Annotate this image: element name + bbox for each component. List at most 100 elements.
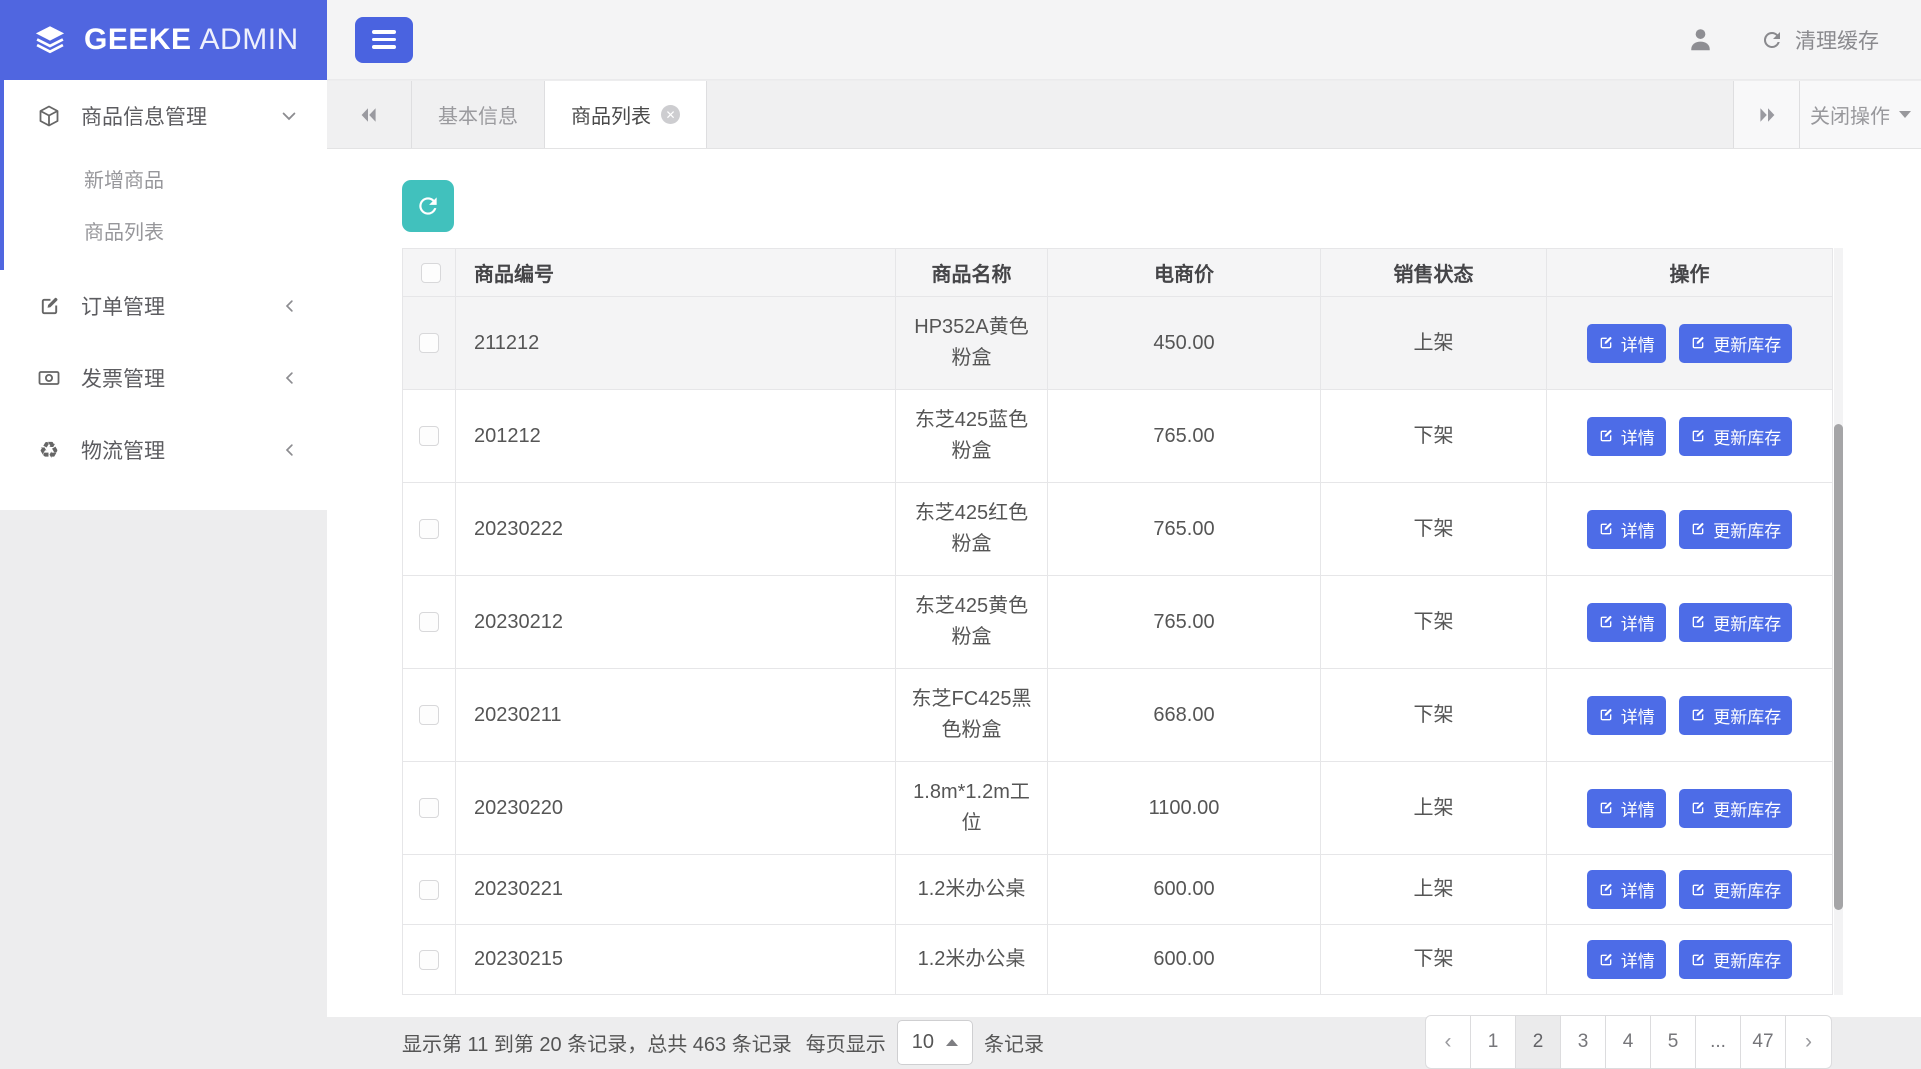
tab-basic-info[interactable]: 基本信息 xyxy=(412,81,545,148)
cube-icon xyxy=(36,104,62,128)
row-checkbox[interactable] xyxy=(419,426,439,446)
per-page-label: 每页显示 xyxy=(806,1028,886,1057)
page-button[interactable]: 3 xyxy=(1561,1016,1606,1068)
detail-button[interactable]: 详情 xyxy=(1587,940,1666,979)
edit-icon xyxy=(1690,335,1706,351)
edit-icon xyxy=(1598,428,1614,444)
price-cell: 668.00 xyxy=(1048,669,1321,762)
product-id-cell: 20230221 xyxy=(456,855,896,925)
edit-icon xyxy=(1598,882,1614,898)
chevron-left-icon xyxy=(281,297,299,315)
sidebar-group-logistics: ♻ 物流管理 xyxy=(0,414,327,486)
update-stock-button[interactable]: 更新库存 xyxy=(1679,940,1792,979)
chevron-left-icon xyxy=(281,369,299,387)
money-icon xyxy=(36,366,62,390)
row-checkbox[interactable] xyxy=(419,519,439,539)
caret-down-icon xyxy=(1899,111,1911,118)
product-id-cell: 20230215 xyxy=(456,925,896,995)
brand-header: GEEKEADMIN xyxy=(0,0,327,80)
caret-up-icon xyxy=(946,1039,958,1046)
edit-icon xyxy=(1598,521,1614,537)
column-header-product-id: 商品编号 xyxy=(456,249,896,297)
double-right-arrow-icon xyxy=(1755,103,1779,127)
refresh-icon xyxy=(415,193,441,219)
table-refresh-button[interactable] xyxy=(402,180,454,232)
edit-icon xyxy=(1690,521,1706,537)
tabs-scroll-left-button[interactable] xyxy=(327,81,412,148)
page-size-select[interactable]: 10 xyxy=(897,1020,973,1065)
status-cell: 下架 xyxy=(1321,576,1547,669)
price-cell: 765.00 xyxy=(1048,390,1321,483)
product-name-cell: 东芝425红色粉盒 xyxy=(896,483,1048,576)
page-button[interactable]: 2 xyxy=(1516,1016,1561,1068)
row-checkbox[interactable] xyxy=(419,880,439,900)
row-checkbox[interactable] xyxy=(419,705,439,725)
edit-icon xyxy=(1690,952,1706,968)
column-header-price: 电商价 xyxy=(1048,249,1321,297)
table-row: 20230221 1.2米办公桌 600.00 上架 详情 xyxy=(403,855,1833,925)
page-button[interactable]: 1 xyxy=(1471,1016,1516,1068)
edit-icon xyxy=(1598,800,1614,816)
next-page-button[interactable]: › xyxy=(1786,1016,1831,1068)
topbar: 清理缓存 xyxy=(327,0,1921,80)
edit-icon xyxy=(1690,800,1706,816)
update-stock-button[interactable]: 更新库存 xyxy=(1679,510,1792,549)
page-button[interactable]: 5 xyxy=(1651,1016,1696,1068)
sidebar-group-product-info: 商品信息管理 新增商品 商品列表 xyxy=(0,80,327,270)
column-header-status: 销售状态 xyxy=(1321,249,1547,297)
table-scrollbar-thumb[interactable] xyxy=(1834,424,1843,910)
tabs-scroll-right-button[interactable] xyxy=(1733,81,1799,148)
product-id-cell: 20230222 xyxy=(456,483,896,576)
chevron-left-icon xyxy=(281,441,299,459)
close-tab-icon[interactable]: ✕ xyxy=(661,105,680,124)
detail-button[interactable]: 详情 xyxy=(1587,324,1666,363)
update-stock-button[interactable]: 更新库存 xyxy=(1679,789,1792,828)
tab-product-list[interactable]: 商品列表 ✕ xyxy=(545,81,707,148)
detail-button[interactable]: 详情 xyxy=(1587,603,1666,642)
product-id-cell: 201212 xyxy=(456,390,896,483)
edit-icon xyxy=(36,295,62,318)
prev-page-button[interactable]: ‹ xyxy=(1426,1016,1471,1068)
page-button[interactable]: ... xyxy=(1696,1016,1741,1068)
column-header-product-name: 商品名称 xyxy=(896,249,1048,297)
user-icon[interactable] xyxy=(1687,26,1714,53)
row-checkbox[interactable] xyxy=(419,333,439,353)
table-row: 20230215 1.2米办公桌 600.00 下架 详情 xyxy=(403,925,1833,995)
close-operations-dropdown[interactable]: 关闭操作 xyxy=(1799,81,1921,148)
detail-button[interactable]: 详情 xyxy=(1587,789,1666,828)
update-stock-button[interactable]: 更新库存 xyxy=(1679,870,1792,909)
status-cell: 下架 xyxy=(1321,483,1547,576)
page-button[interactable]: 4 xyxy=(1606,1016,1651,1068)
sidebar-item-invoices[interactable]: 发票管理 xyxy=(0,342,327,414)
sidebar-item-orders[interactable]: 订单管理 xyxy=(0,270,327,342)
clear-cache-button[interactable]: 清理缓存 xyxy=(1760,25,1879,55)
status-cell: 下架 xyxy=(1321,390,1547,483)
sidebar-item-add-product[interactable]: 新增商品 xyxy=(4,152,327,204)
page-button[interactable]: 47 xyxy=(1741,1016,1786,1068)
records-summary: 显示第 11 到第 20 条记录，总共 463 条记录 xyxy=(402,1028,792,1057)
row-checkbox[interactable] xyxy=(419,612,439,632)
update-stock-button[interactable]: 更新库存 xyxy=(1679,417,1792,456)
sidebar-item-product-info[interactable]: 商品信息管理 xyxy=(4,80,327,152)
sidebar-item-product-list[interactable]: 商品列表 xyxy=(4,204,327,256)
row-checkbox[interactable] xyxy=(419,798,439,818)
update-stock-button[interactable]: 更新库存 xyxy=(1679,603,1792,642)
product-name-cell: 东芝425蓝色粉盒 xyxy=(896,390,1048,483)
price-cell: 765.00 xyxy=(1048,576,1321,669)
select-all-checkbox[interactable] xyxy=(421,263,441,283)
product-name-cell: HP352A黄色粉盒 xyxy=(896,297,1048,390)
detail-button[interactable]: 详情 xyxy=(1587,417,1666,456)
update-stock-button[interactable]: 更新库存 xyxy=(1679,324,1792,363)
table-row: 20230211 东芝FC425黑色粉盒 668.00 下架 详情 xyxy=(403,669,1833,762)
sidebar: 商品信息管理 新增商品 商品列表 订单管理 xyxy=(0,80,327,510)
sidebar-toggle-button[interactable] xyxy=(355,17,413,63)
sidebar-item-logistics[interactable]: ♻ 物流管理 xyxy=(0,414,327,486)
row-checkbox[interactable] xyxy=(419,950,439,970)
update-stock-button[interactable]: 更新库存 xyxy=(1679,696,1792,735)
detail-button[interactable]: 详情 xyxy=(1587,870,1666,909)
product-name-cell: 东芝FC425黑色粉盒 xyxy=(896,669,1048,762)
edit-icon xyxy=(1690,428,1706,444)
detail-button[interactable]: 详情 xyxy=(1587,510,1666,549)
detail-button[interactable]: 详情 xyxy=(1587,696,1666,735)
product-name-cell: 1.2米办公桌 xyxy=(896,855,1048,925)
